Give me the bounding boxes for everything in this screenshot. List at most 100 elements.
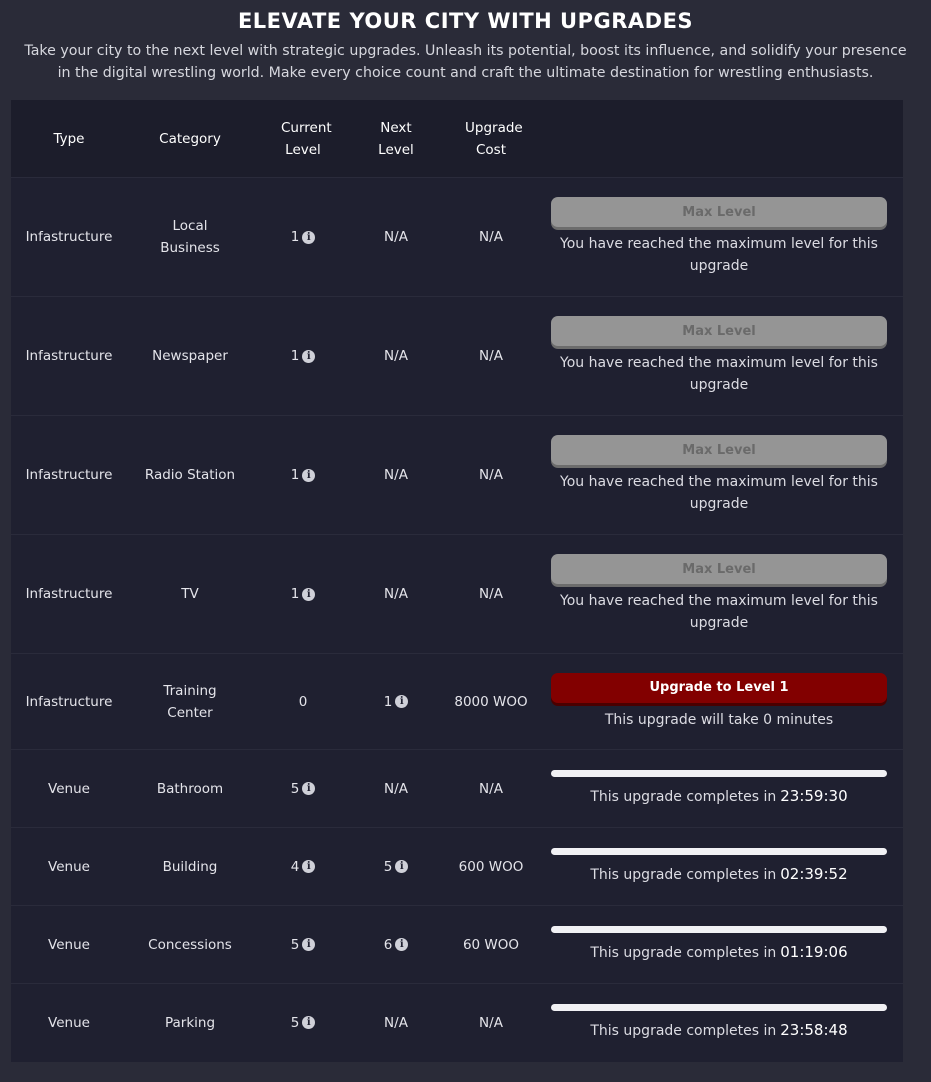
cell-current-level: 4i [253, 828, 353, 906]
page-header: ELEVATE YOUR CITY WITH UPGRADES Take you… [0, 0, 931, 84]
completion-text: This upgrade completes in 23:59:30 [551, 785, 887, 808]
cell-upgrade-cost: 600 WOO [458, 858, 524, 875]
upgrades-table: Type Category Current Level Next Level U… [11, 100, 903, 1062]
table-header-row: Type Category Current Level Next Level U… [11, 100, 903, 178]
cell-upgrade-cost: N/A [479, 229, 503, 245]
header-next-level: Next Level [353, 100, 439, 178]
table-row: Venue Building 4i 5i 600 WOO This upgrad… [11, 827, 903, 906]
table-row: Infastructure Training Center 0 1i 8000 … [11, 653, 903, 750]
cell-next-level: N/A [384, 348, 408, 364]
info-circle-icon[interactable]: i [302, 938, 316, 951]
header-current-level: Current Level [253, 100, 353, 178]
current-level-value: 5 [290, 1014, 300, 1031]
current-level-value: 1 [290, 229, 300, 245]
cell-type: Infastructure [25, 467, 113, 483]
cell-type: Venue [48, 780, 90, 797]
completion-text: This upgrade completes in 23:58:48 [551, 1019, 887, 1042]
cell-next-level: N/A [384, 229, 408, 245]
cell-action: Max Level You have reached the maximum l… [543, 297, 903, 416]
next-level-value: 1 [383, 693, 393, 710]
cell-category: Bathroom [156, 780, 224, 797]
cell-category: Local Business [160, 218, 220, 256]
table-row: Infastructure TV 1i N/A N/A Max Level Yo… [11, 534, 903, 654]
max-level-button[interactable]: Max Level [551, 435, 887, 465]
completion-label: This upgrade completes in [590, 944, 777, 961]
cell-type: Infastructure [25, 229, 113, 245]
completion-label: This upgrade completes in [590, 1022, 777, 1039]
cell-type: Infastructure [25, 348, 113, 364]
max-level-button[interactable]: Max Level [551, 316, 887, 346]
current-level-value: 4 [290, 858, 300, 875]
cell-action: Max Level You have reached the maximum l… [543, 178, 903, 297]
info-circle-icon[interactable]: i [302, 230, 316, 244]
cell-next-level: N/A [384, 467, 408, 483]
table-row: Infastructure Newspaper 1i N/A N/A Max L… [11, 296, 903, 416]
cell-category: TV [181, 586, 199, 602]
cell-action: This upgrade completes in 23:59:30 [543, 750, 903, 828]
table-row: Venue Bathroom 5i N/A N/A This upgrade c… [11, 749, 903, 828]
header-action [543, 100, 903, 178]
cell-current-level: 1i [253, 178, 353, 297]
countdown-timer: 01:19:06 [780, 942, 848, 961]
current-level-value: 1 [290, 586, 300, 602]
completion-text: This upgrade completes in 02:39:52 [551, 863, 887, 886]
countdown-timer: 02:39:52 [780, 864, 848, 883]
countdown-timer: 23:58:48 [780, 1020, 848, 1039]
cell-category: Radio Station [144, 467, 236, 483]
completion-label: This upgrade completes in [590, 866, 777, 883]
info-circle-icon[interactable]: i [395, 938, 409, 951]
cell-category: Training Center [163, 682, 217, 721]
cell-type: Venue [48, 936, 90, 953]
cell-current-level: 0 [298, 693, 308, 710]
info-circle-icon[interactable]: i [395, 695, 409, 708]
countdown-timer: 23:59:30 [780, 786, 848, 805]
info-circle-icon[interactable]: i [302, 1016, 316, 1030]
max-level-note: You have reached the maximum level for t… [560, 593, 878, 631]
cell-type: Venue [48, 1014, 90, 1031]
info-circle-icon[interactable]: i [302, 587, 316, 601]
info-circle-icon[interactable]: i [302, 349, 316, 363]
cell-upgrade-cost: 60 WOO [462, 936, 520, 953]
cell-category: Newspaper [152, 348, 228, 364]
upgrade-button[interactable]: Upgrade to Level 1 [551, 672, 887, 703]
cell-next-level: 1i [353, 654, 439, 750]
cell-action: This upgrade completes in 02:39:52 [543, 828, 903, 906]
cell-current-level: 1i [253, 297, 353, 416]
cell-upgrade-cost: N/A [479, 348, 503, 364]
header-type: Type [11, 100, 127, 178]
cell-upgrade-cost: N/A [479, 780, 503, 797]
max-level-button[interactable]: Max Level [551, 197, 887, 227]
progress-bar [551, 1003, 887, 1011]
cell-type: Infastructure [25, 586, 113, 602]
current-level-value: 5 [290, 780, 300, 797]
cell-next-level: N/A [384, 586, 408, 602]
progress-bar [551, 769, 887, 777]
info-circle-icon[interactable]: i [302, 782, 316, 795]
upgrade-duration-note: This upgrade will take 0 minutes [604, 711, 834, 728]
cell-upgrade-cost: N/A [479, 586, 503, 602]
info-circle-icon[interactable]: i [395, 860, 409, 873]
max-level-note: You have reached the maximum level for t… [560, 355, 878, 393]
cell-action: Max Level You have reached the maximum l… [543, 416, 903, 535]
cell-action: Upgrade to Level 1 This upgrade will tak… [543, 654, 903, 750]
max-level-note: You have reached the maximum level for t… [560, 474, 878, 512]
next-level-value: 5 [383, 858, 393, 875]
max-level-button[interactable]: Max Level [551, 554, 887, 584]
page-title: ELEVATE YOUR CITY WITH UPGRADES [237, 9, 694, 33]
table-row: Venue Concessions 5i 6i 60 WOO This upgr… [11, 905, 903, 984]
cell-current-level: 1i [253, 416, 353, 535]
cell-current-level: 5i [253, 984, 353, 1062]
info-circle-icon[interactable]: i [302, 468, 316, 482]
cell-type: Venue [48, 858, 90, 875]
cell-upgrade-cost: N/A [479, 467, 503, 483]
info-circle-icon[interactable]: i [302, 860, 316, 873]
max-level-note: You have reached the maximum level for t… [560, 236, 878, 274]
table-row: Infastructure Radio Station 1i N/A N/A M… [11, 415, 903, 535]
progress-bar [551, 925, 887, 933]
current-level-value: 5 [290, 936, 300, 953]
cell-action: Max Level You have reached the maximum l… [543, 535, 903, 654]
page-subtitle: Take your city to the next level with st… [24, 43, 907, 81]
cell-current-level: 5i [253, 906, 353, 984]
current-level-value: 1 [290, 348, 300, 364]
completion-text: This upgrade completes in 01:19:06 [551, 941, 887, 964]
